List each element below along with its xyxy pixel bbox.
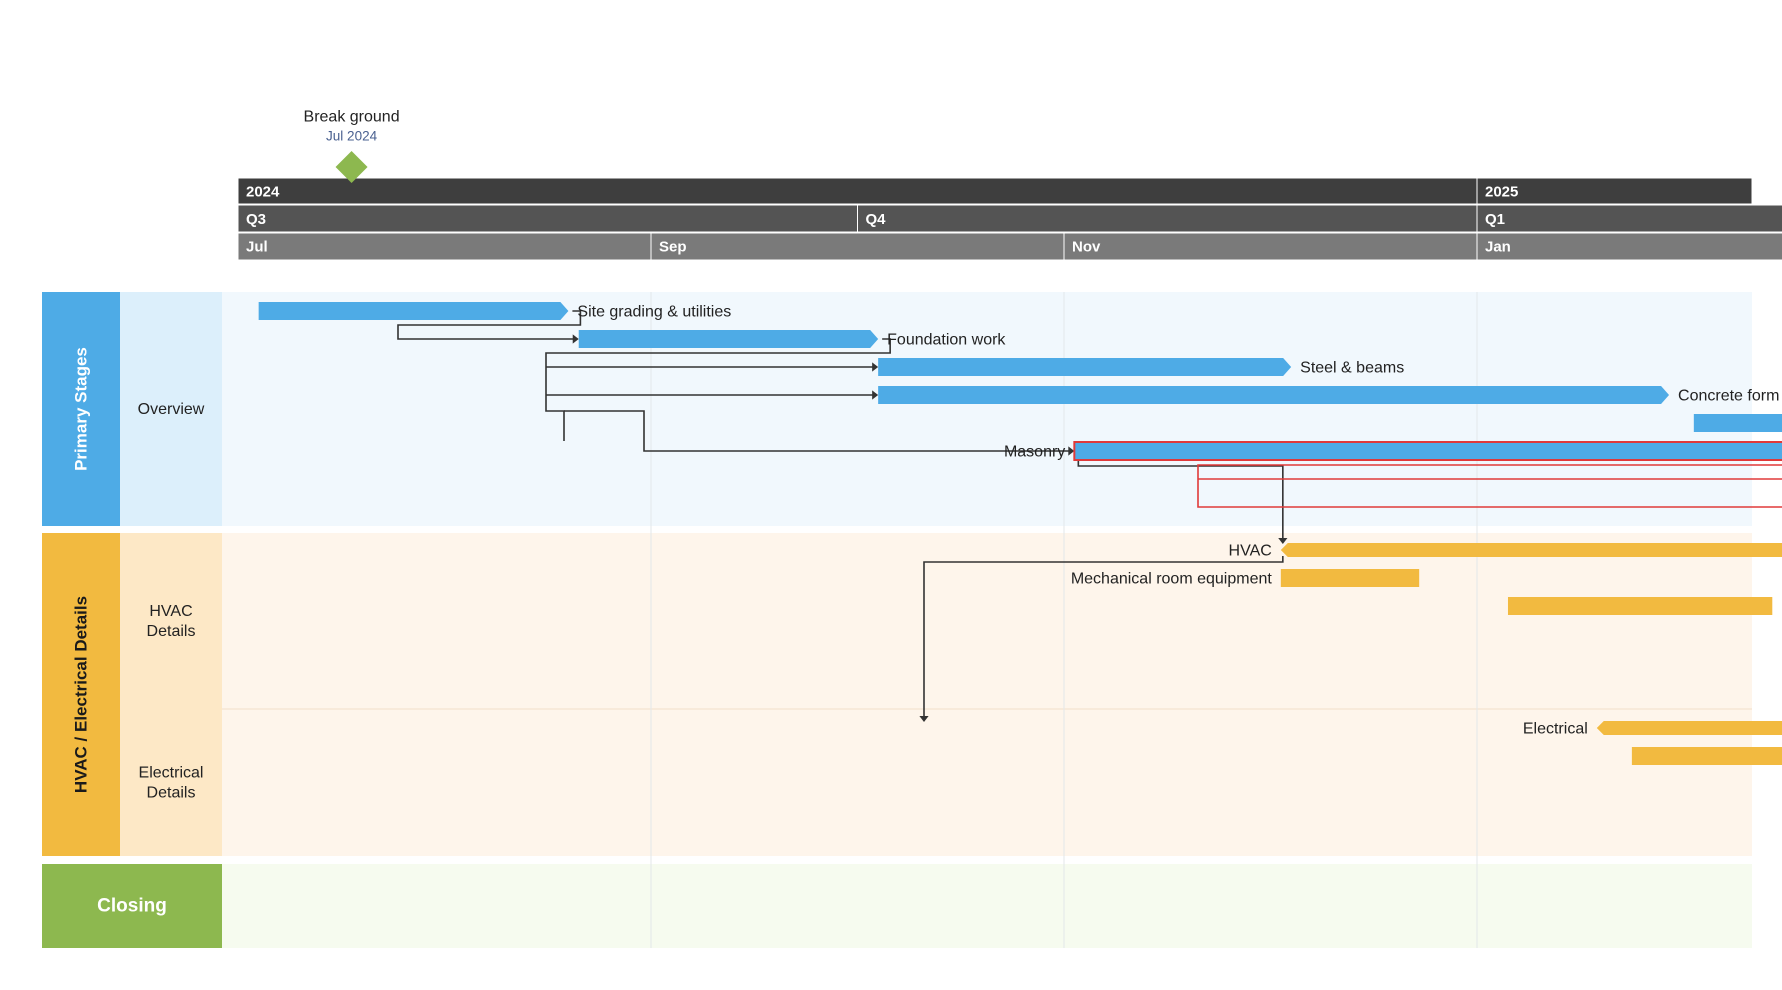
task-carpentry[interactable]: Phase 1 carpentry bbox=[1693, 414, 1782, 433]
month-cell[interactable] bbox=[650, 232, 1065, 261]
task-hvac[interactable]: HVAC bbox=[1229, 543, 1782, 560]
swimlane-title: HVAC / Electrical Details bbox=[72, 596, 91, 793]
task-label: Electrical bbox=[1523, 721, 1588, 738]
group-header bbox=[120, 709, 222, 856]
task-bar[interactable] bbox=[878, 358, 1292, 376]
task-rough-elec[interactable]: Rough-in electrical bbox=[1631, 747, 1782, 766]
milestone-top[interactable]: Break ground Jul 2024 bbox=[304, 109, 400, 184]
year-label: 2024 bbox=[246, 184, 280, 201]
task-rough-mech[interactable]: Rough-in mechanical bbox=[1507, 597, 1782, 616]
task-label: Foundation work bbox=[887, 332, 1006, 349]
gantt-chart: Primary Stages Overview HVAC / Electrical … bbox=[42, 109, 1782, 948]
year-cell[interactable] bbox=[237, 177, 1478, 205]
swimlane-primary-stages: Primary Stages Overview bbox=[42, 292, 1752, 526]
month-cell[interactable] bbox=[1476, 232, 1782, 261]
task-steel[interactable]: Steel & beams bbox=[878, 358, 1404, 377]
task-label: HVAC bbox=[1229, 543, 1272, 560]
task-foundation[interactable]: Foundation work bbox=[578, 330, 1007, 349]
group-header bbox=[120, 533, 222, 709]
month-label: Jul bbox=[246, 239, 268, 256]
task-mech-room[interactable]: Mechanical room equipment bbox=[1071, 569, 1420, 588]
task-electrical[interactable]: Electrical bbox=[1523, 721, 1782, 738]
task-bar[interactable] bbox=[1507, 597, 1773, 615]
task-concrete[interactable]: Concrete form & pour bbox=[878, 386, 1782, 405]
swimlane-background bbox=[222, 292, 1752, 526]
task-bar[interactable] bbox=[1596, 721, 1782, 735]
task-bar[interactable] bbox=[258, 302, 569, 320]
quarter-cell[interactable] bbox=[237, 204, 858, 233]
milestone-label: Break ground bbox=[304, 109, 400, 126]
month-cell[interactable] bbox=[237, 232, 652, 261]
task-label: Site grading & utilities bbox=[577, 304, 731, 321]
swimlane-title: Primary Stages bbox=[72, 347, 91, 471]
task-bar[interactable] bbox=[1280, 569, 1420, 587]
swimlane-background bbox=[222, 864, 1752, 948]
task-bar[interactable] bbox=[1073, 441, 1782, 461]
month-label: Jan bbox=[1485, 239, 1511, 256]
task-bar[interactable] bbox=[1693, 414, 1782, 432]
swimlane-title: Closing bbox=[97, 896, 167, 917]
month-label: Nov bbox=[1072, 239, 1101, 256]
year-label: 2025 bbox=[1485, 184, 1518, 201]
task-label: Concrete form & pour bbox=[1678, 388, 1782, 405]
quarter-cell[interactable] bbox=[1476, 204, 1782, 233]
task-site[interactable]: Site grading & utilities bbox=[258, 302, 732, 321]
quarter-label: Q3 bbox=[246, 211, 266, 228]
swimlane-background bbox=[222, 533, 1752, 856]
timescale: 20242025Q3Q4Q1Q2Q3JulSepNovJanMarMayJul bbox=[237, 177, 1782, 261]
task-bar[interactable] bbox=[1631, 747, 1782, 765]
task-label: Masonry bbox=[1004, 444, 1065, 461]
month-cell[interactable] bbox=[1063, 232, 1478, 261]
quarter-label: Q4 bbox=[866, 211, 887, 228]
task-label: Mechanical room equipment bbox=[1071, 571, 1273, 588]
quarter-label: Q1 bbox=[1485, 211, 1505, 228]
task-label: Steel & beams bbox=[1300, 360, 1404, 377]
month-label: Sep bbox=[659, 239, 687, 256]
group-label: Overview bbox=[138, 401, 205, 418]
task-bar[interactable] bbox=[878, 386, 1670, 404]
swimlane-closing: Closing bbox=[42, 864, 1752, 948]
swimlane-hvac-electrical-details: HVAC / Electrical Details HVAC DetailsElec… bbox=[42, 533, 1752, 856]
task-bar[interactable] bbox=[578, 330, 879, 348]
task-bar[interactable] bbox=[1280, 543, 1782, 557]
milestone-date: Jul 2024 bbox=[326, 129, 378, 144]
task-masonry[interactable]: Masonry bbox=[1004, 441, 1782, 461]
quarter-cell[interactable] bbox=[857, 204, 1478, 233]
